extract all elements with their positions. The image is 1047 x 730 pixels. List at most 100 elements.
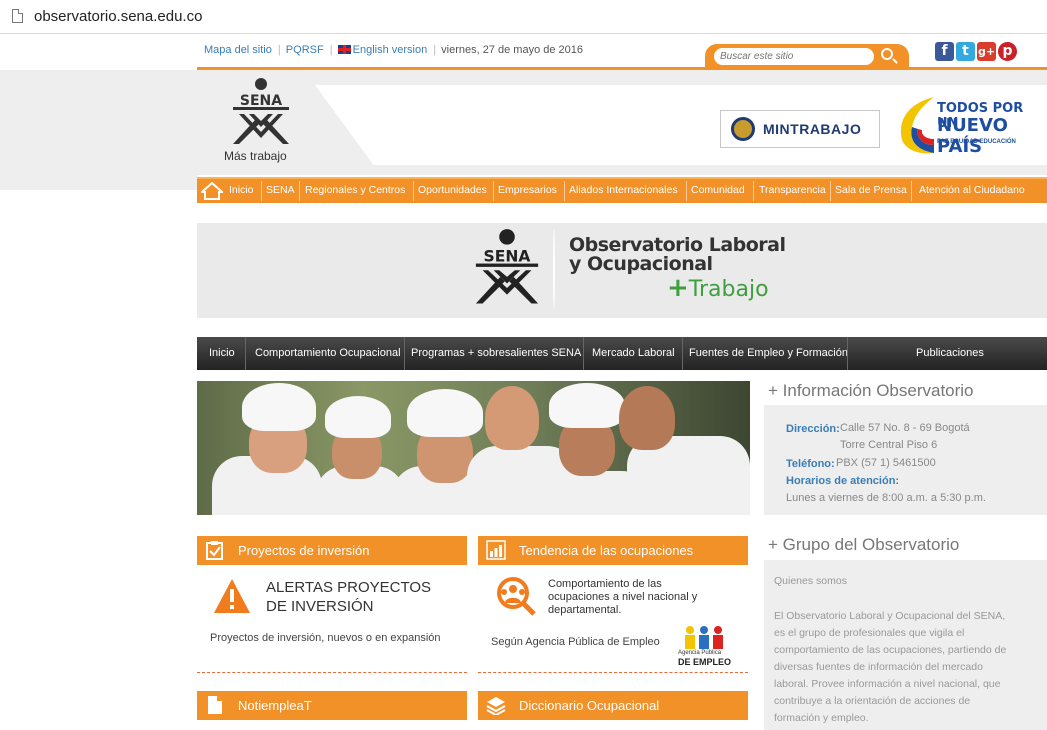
- pqrsf-link[interactable]: PQRSF: [286, 44, 324, 56]
- subnav-inicio[interactable]: Inicio: [209, 347, 235, 359]
- banner-trabajo-text: Trabajo: [688, 277, 769, 302]
- nav-item-sala-de-prensa[interactable]: Sala de Prensa: [835, 184, 907, 196]
- direccion-line2: Torre Central Piso 6: [840, 439, 938, 451]
- tendencia-line3: departamental.: [548, 604, 622, 616]
- layers-icon: [486, 697, 506, 715]
- grupo-box: Quienes somos El Observatorio Laboral y …: [764, 560, 1047, 730]
- proyectos-header[interactable]: Proyectos de inversión: [197, 536, 467, 565]
- site-map-link[interactable]: Mapa del sitio: [204, 44, 272, 56]
- banner-title-line2: y Ocupacional: [569, 253, 713, 275]
- quienes-somos: Quienes somos: [774, 575, 847, 587]
- search-input[interactable]: [714, 48, 874, 65]
- uk-flag-icon: [337, 45, 351, 54]
- info-box: Dirección: Calle 57 No. 8 - 69 Bogotá To…: [764, 405, 1047, 515]
- nav-item-atencion[interactable]: Atención al Ciudadano: [919, 184, 1025, 196]
- subnav-fuentes[interactable]: Fuentes de Empleo y Formación: [689, 347, 848, 359]
- pinterest-icon[interactable]: p: [998, 42, 1017, 61]
- nav-item-aliados[interactable]: Aliados Internacionales: [569, 184, 678, 196]
- banner-trabajo: +Trabajo: [667, 273, 769, 303]
- current-date: viernes, 27 de mayo de 2016: [441, 44, 584, 56]
- direccion-label: Dirección:: [786, 423, 840, 435]
- main-navigation: Inicio SENA Regionales y Centros Oportun…: [197, 177, 1047, 203]
- subnav-programas[interactable]: Programas + sobresalientes SENA: [411, 347, 581, 359]
- search-icon[interactable]: [881, 48, 893, 60]
- twitter-icon[interactable]: t: [956, 42, 975, 61]
- notiempleat-header-text: NotiempleaT: [238, 698, 312, 713]
- home-icon[interactable]: [201, 182, 223, 200]
- site-header: SENA Más trabajo MINTRABAJO TODOS POR UN…: [197, 70, 1047, 175]
- alertas-line1[interactable]: ALERTAS PROYECTOS: [266, 579, 431, 596]
- colombia-flag-swoosh-icon: [900, 97, 934, 154]
- social-links: f t g+ p: [935, 42, 1019, 61]
- grupo-text-line: formación y empleo.: [774, 712, 869, 724]
- agencia-people-icon: [685, 626, 723, 649]
- nav-item-sena[interactable]: SENA: [266, 184, 295, 196]
- tendencia-header[interactable]: Tendencia de las ocupaciones: [478, 536, 748, 565]
- grupo-text-line: contribuye a la orientación de acciones …: [774, 695, 971, 707]
- document-icon: [208, 696, 222, 714]
- google-plus-icon[interactable]: g+: [977, 42, 996, 61]
- nav-item-empresarios[interactable]: Empresarios: [498, 184, 557, 196]
- people-search-icon: [497, 577, 536, 616]
- colombia-seal-icon: [731, 117, 755, 141]
- mas-trabajo-text: Más trabajo: [224, 149, 287, 163]
- todos-por-un-nuevo-pais-logo[interactable]: TODOS POR UN NUEVO PAÍS PAZ EQUIDAD EDUC…: [894, 93, 1044, 158]
- subnav-publicaciones[interactable]: Publicaciones: [916, 347, 984, 359]
- nuevo-pais-text: NUEVO PAÍS: [937, 115, 1008, 157]
- nav-item-inicio[interactable]: Inicio: [229, 184, 254, 196]
- direccion-line1: Calle 57 No. 8 - 69 Bogotá: [840, 422, 970, 434]
- nav-item-transparencia[interactable]: Transparencia: [759, 184, 826, 196]
- tendencia-header-text: Tendencia de las ocupaciones: [519, 543, 694, 558]
- notiempleat-header[interactable]: NotiempleaT: [197, 691, 467, 720]
- grupo-title: + Grupo del Observatorio: [768, 535, 960, 554]
- sena-banner-logo-icon: SENA: [475, 229, 539, 304]
- sena-logo-icon[interactable]: SENA: [225, 78, 297, 148]
- banner-divider: [553, 229, 555, 309]
- subnav-mercado-laboral[interactable]: Mercado Laboral: [592, 347, 675, 359]
- horarios-value: Lunes a viernes de 8:00 a.m. a 5:30 p.m.: [786, 492, 986, 504]
- english-version-link[interactable]: English version: [353, 44, 428, 56]
- agencia-logo-small: Agencia Pública: [678, 650, 722, 656]
- bar-chart-icon: [486, 540, 506, 560]
- proyectos-desc: Proyectos de inversión, nuevos o en expa…: [210, 632, 441, 644]
- warning-icon: [214, 579, 250, 613]
- search-box: [705, 44, 909, 68]
- mintrabajo-text: MINTRABAJO: [763, 121, 862, 137]
- grupo-text-line: El Observatorio Laboral y Ocupacional de…: [774, 610, 1006, 622]
- agencia-publica-logo[interactable]: Agencia Pública DE EMPLEO: [674, 625, 746, 667]
- paz-equidad-educacion-text: PAZ EQUIDAD EDUCACIÓN: [937, 139, 1016, 145]
- grupo-text-line: es el grupo de profesionales que vigila …: [774, 627, 965, 639]
- mintrabajo-logo[interactable]: MINTRABAJO: [720, 110, 880, 148]
- address-url[interactable]: observatorio.sena.edu.co: [34, 8, 202, 25]
- diccionario-header[interactable]: Diccionario Ocupacional: [478, 691, 748, 720]
- horarios-label: Horarios de atención:: [786, 475, 900, 487]
- page-icon: [12, 9, 23, 23]
- nav-item-comunidad[interactable]: Comunidad: [691, 184, 745, 196]
- tendencia-line1: Comportamiento de las: [548, 578, 662, 590]
- agencia-text: Según Agencia Pública de Empleo: [491, 636, 660, 648]
- utility-bar: Mapa del sitio | PQRSF | English version | …: [197, 38, 1047, 68]
- facebook-icon[interactable]: f: [935, 42, 954, 61]
- alertas-line2[interactable]: DE INVERSIÓN: [266, 598, 374, 615]
- left-gray-background: [0, 70, 197, 190]
- nav-item-regionales[interactable]: Regionales y Centros: [305, 184, 405, 196]
- grupo-text-line: comportamiento de las ocupaciones, parti…: [774, 644, 1007, 656]
- grupo-text-line: laboral. Provee información a nivel naci…: [774, 678, 1001, 690]
- telefono-value: PBX (57 1) 5461500: [836, 457, 936, 469]
- sena-banner-logo-text: SENA: [484, 247, 531, 265]
- browser-address-bar[interactable]: observatorio.sena.edu.co: [0, 0, 1047, 34]
- grupo-text-line: diversas fuentes de información del merc…: [774, 661, 983, 673]
- observatorio-banner[interactable]: SENA Observatorio Laboral y Ocupacional …: [197, 223, 1047, 318]
- observatorio-navigation: Inicio Comportamiento Ocupacional Progra…: [197, 337, 1047, 370]
- proyectos-divider: [197, 672, 467, 673]
- hero-photo-chefs: [197, 381, 750, 515]
- info-title: + Información Observatorio: [768, 381, 974, 400]
- proyectos-header-text: Proyectos de inversión: [238, 543, 370, 558]
- tendencia-line2: ocupaciones a nivel nacional y: [548, 591, 698, 603]
- agencia-logo-big: DE EMPLEO: [678, 657, 732, 667]
- telefono-label: Teléfono:: [786, 458, 835, 470]
- nav-item-oportunidades[interactable]: Oportunidades: [418, 184, 487, 196]
- banner-plus: +: [667, 273, 689, 303]
- subnav-comportamiento[interactable]: Comportamiento Ocupacional: [255, 347, 401, 359]
- checklist-icon: [206, 541, 223, 560]
